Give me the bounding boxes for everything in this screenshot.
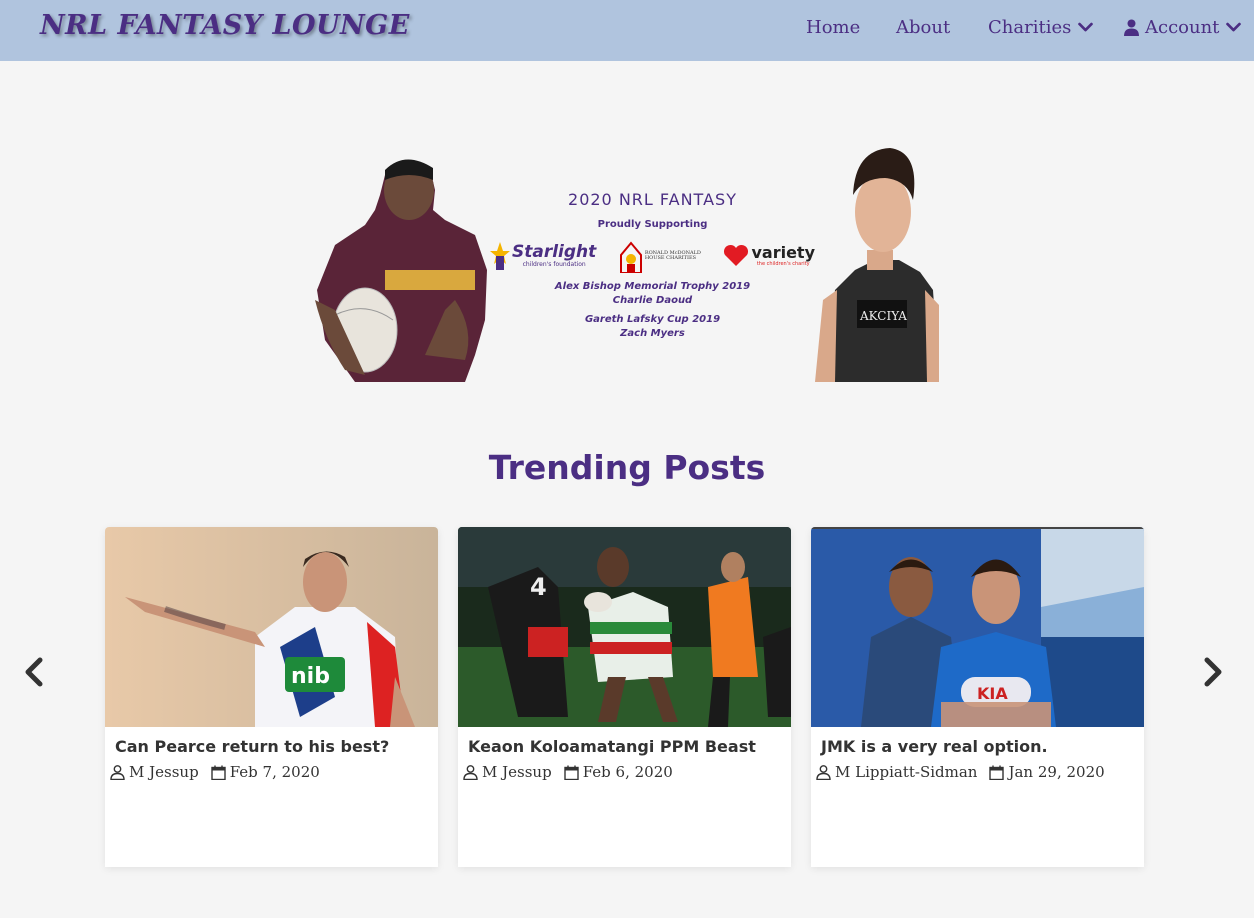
nav-charities-dropdown[interactable]: Charities (988, 17, 1094, 38)
starlight-tagline: children's foundation (522, 261, 586, 268)
calendar-icon (210, 765, 226, 780)
trophy-1: Alex Bishop Memorial Trophy 2019 (554, 281, 751, 292)
nav-about-label: About (896, 17, 951, 38)
svg-text:nib: nib (291, 664, 330, 689)
post-image: 4 (458, 527, 791, 727)
post-title[interactable]: Can Pearce return to his best? (115, 737, 389, 756)
post-meta: M Jessup Feb 6, 2020 (463, 763, 685, 781)
nav-account-label: Account (1145, 17, 1220, 38)
post-meta: M Lippiatt-Sidman Jan 29, 2020 (816, 763, 1117, 781)
post-title[interactable]: JMK is a very real option. (821, 737, 1048, 756)
post-image: nib (105, 527, 438, 727)
post-author: M Lippiatt-Sidman (816, 763, 977, 781)
post-image: KIA (811, 527, 1144, 727)
post-author-name: M Jessup (482, 763, 552, 781)
rmhc-logo: RONALD McDONALD HOUSE CHARITIES (619, 239, 701, 273)
post-date-value: Feb 7, 2020 (229, 763, 320, 781)
calendar-icon (989, 765, 1005, 780)
nav-home[interactable]: Home (806, 17, 860, 38)
user-icon (1124, 19, 1139, 36)
post-author: M Jessup (110, 763, 199, 781)
trophy-1-winner: Charlie Daoud (612, 295, 693, 306)
rmhc-house-icon (619, 241, 642, 273)
chevron-right-icon[interactable] (1201, 656, 1225, 688)
rmhc-line2: HOUSE CHARITIES (644, 255, 697, 261)
post-author-name: M Lippiatt-Sidman (835, 763, 978, 781)
player-photo-left (315, 159, 487, 382)
post-card[interactable]: KIA JMK is a very real option. M Lippiat… (811, 527, 1144, 867)
navbar: NRL FANTASY LOUNGE Home About Charities … (0, 0, 1254, 61)
post-date-value: Jan 29, 2020 (1008, 763, 1105, 781)
variety-logo: variety the children's charity (723, 244, 815, 268)
starlight-star-icon (490, 242, 510, 270)
user-icon (463, 764, 478, 780)
hero-banner: 2020 NRL FANTASY Proudly Supporting Star… (305, 140, 939, 382)
post-card[interactable]: 4 Keaon Koloamatangi PPM Beast M Jessup … (458, 527, 791, 867)
starlight-logo: Starlight children's foundation (490, 242, 596, 270)
nav-account-dropdown[interactable]: Account (1124, 17, 1242, 38)
post-date: Jan 29, 2020 (989, 763, 1105, 781)
trophy-2: Gareth Lafsky Cup 2019 (584, 314, 721, 325)
user-icon (816, 764, 831, 780)
svg-text:KIA: KIA (977, 684, 1008, 703)
post-card[interactable]: nib Can Pearce return to his best? M Jes… (105, 527, 438, 867)
post-date: Feb 6, 2020 (563, 763, 673, 781)
trophy-2-winner: Zach Myers (620, 328, 685, 339)
site-brand[interactable]: NRL FANTASY LOUNGE (40, 10, 410, 41)
starlight-name: Starlight (512, 242, 597, 262)
player-photo-right: AKCIYA (815, 148, 939, 382)
variety-tagline: the children's charity (756, 261, 810, 267)
charity-logos: Starlight children's foundation RONALD M… (490, 236, 815, 276)
post-meta: M Jessup Feb 7, 2020 (110, 763, 332, 781)
hero-subtitle: Proudly Supporting (597, 219, 708, 230)
post-author-name: M Jessup (129, 763, 199, 781)
post-title[interactable]: Keaon Koloamatangi PPM Beast (468, 737, 756, 756)
hero-title: 2020 NRL FANTASY (568, 190, 737, 209)
svg-text:4: 4 (530, 573, 547, 601)
post-date-value: Feb 6, 2020 (582, 763, 673, 781)
chevron-down-icon (1078, 22, 1094, 32)
user-icon (110, 764, 125, 780)
calendar-icon (563, 765, 579, 780)
trending-posts-title: Trending Posts (488, 448, 766, 487)
nav-charities-label: Charities (988, 17, 1072, 38)
hero-text-panel: 2020 NRL FANTASY Proudly Supporting Star… (490, 190, 815, 341)
nav-about[interactable]: About (896, 17, 950, 38)
chevron-left-icon[interactable] (22, 656, 46, 688)
nav-home-label: Home (806, 17, 861, 38)
post-author: M Jessup (463, 763, 552, 781)
variety-heart-icon (724, 244, 749, 266)
variety-name: variety (751, 243, 815, 262)
svg-text:AKCIYA: AKCIYA (859, 309, 907, 323)
post-date: Feb 7, 2020 (210, 763, 320, 781)
chevron-down-icon (1226, 22, 1242, 32)
